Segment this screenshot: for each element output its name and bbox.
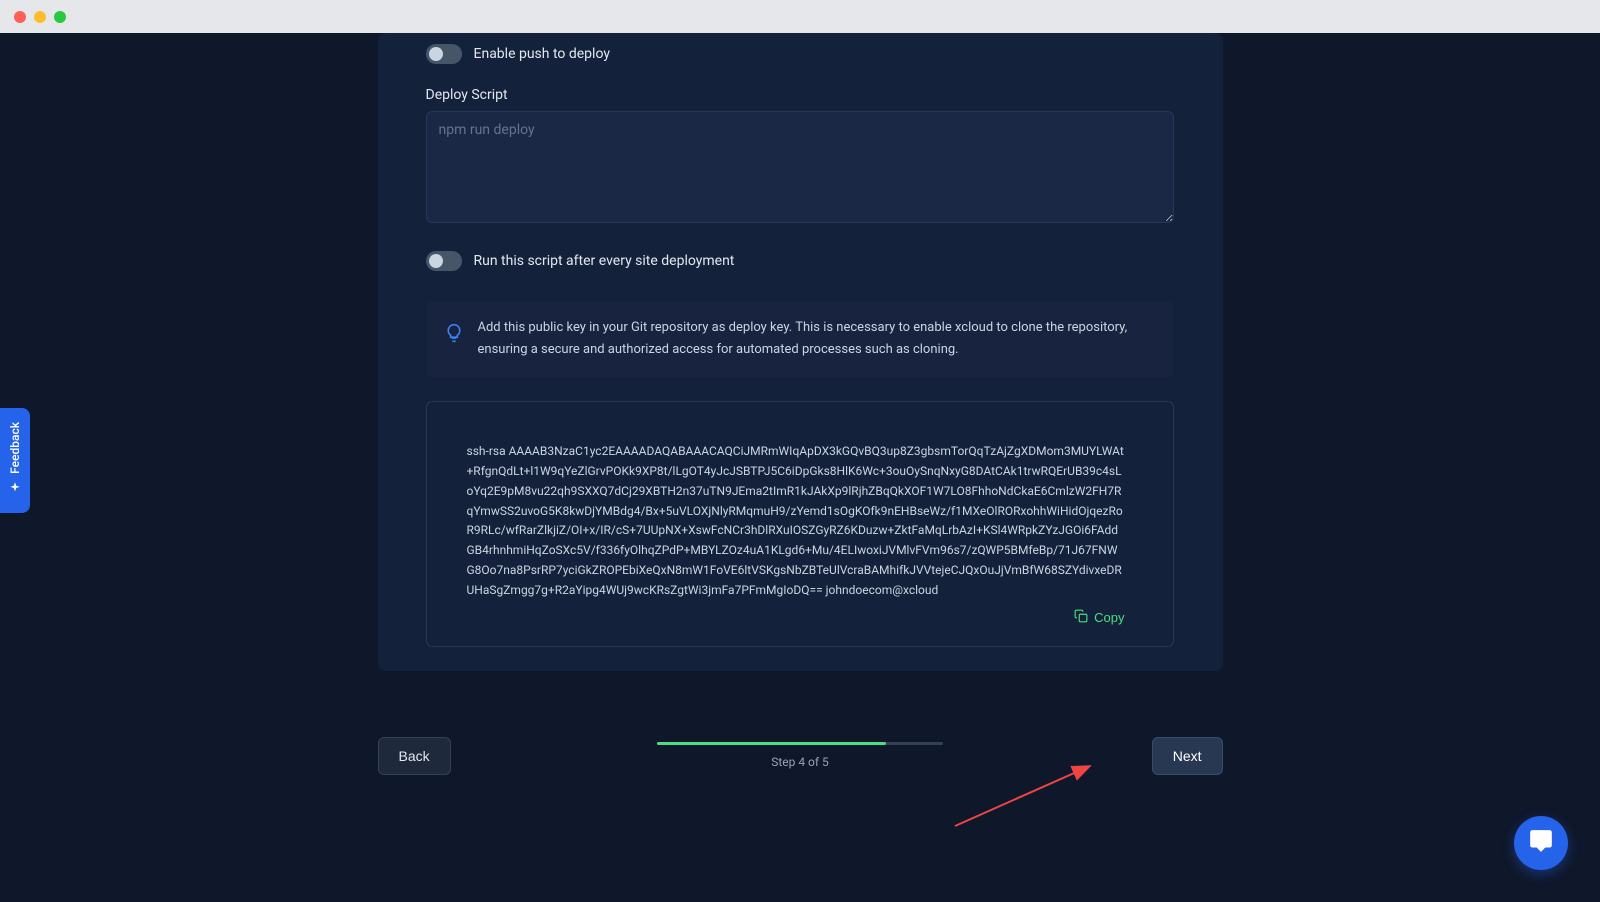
progress-fill bbox=[657, 742, 886, 745]
window-maximize-button[interactable] bbox=[54, 11, 66, 23]
wizard-footer: Back Step 4 of 5 Next bbox=[378, 737, 1223, 775]
next-button[interactable]: Next bbox=[1152, 737, 1223, 775]
window-close-button[interactable] bbox=[14, 11, 26, 23]
feedback-tab[interactable]: Feedback bbox=[0, 408, 30, 513]
progress-step-label: Step 4 of 5 bbox=[771, 755, 829, 769]
chat-icon bbox=[1528, 828, 1554, 858]
ssh-key-text: ssh-rsa AAAAB3NzaC1yc2EAAAADAQABAAACAQCi… bbox=[467, 442, 1125, 600]
copy-icon bbox=[1074, 609, 1088, 626]
copy-button[interactable]: Copy bbox=[1074, 609, 1124, 626]
copy-label: Copy bbox=[1094, 610, 1124, 625]
info-box: Add this public key in your Git reposito… bbox=[426, 301, 1174, 377]
chat-bubble-button[interactable] bbox=[1514, 816, 1568, 870]
ssh-key-box: ssh-rsa AAAAB3NzaC1yc2EAAAADAQABAAACAQCi… bbox=[426, 401, 1174, 646]
run-after-deployment-label: Run this script after every site deploym… bbox=[474, 253, 735, 269]
sparkle-icon bbox=[8, 480, 22, 499]
feedback-label: Feedback bbox=[8, 422, 22, 474]
window-titlebar bbox=[0, 0, 1600, 33]
progress-bar bbox=[657, 742, 943, 745]
window-minimize-button[interactable] bbox=[34, 11, 46, 23]
deploy-script-textarea[interactable] bbox=[426, 111, 1174, 223]
lightbulb-icon bbox=[444, 323, 464, 343]
run-after-deployment-toggle[interactable] bbox=[426, 251, 462, 271]
deploy-settings-card: Enable push to deploy Deploy Script Run … bbox=[378, 33, 1223, 671]
progress-container: Step 4 of 5 bbox=[657, 742, 943, 769]
back-button[interactable]: Back bbox=[378, 737, 451, 775]
deploy-script-label: Deploy Script bbox=[426, 87, 1223, 103]
enable-push-deploy-toggle[interactable] bbox=[426, 44, 462, 64]
info-text: Add this public key in your Git reposito… bbox=[478, 317, 1156, 361]
enable-push-deploy-label: Enable push to deploy bbox=[474, 46, 610, 62]
